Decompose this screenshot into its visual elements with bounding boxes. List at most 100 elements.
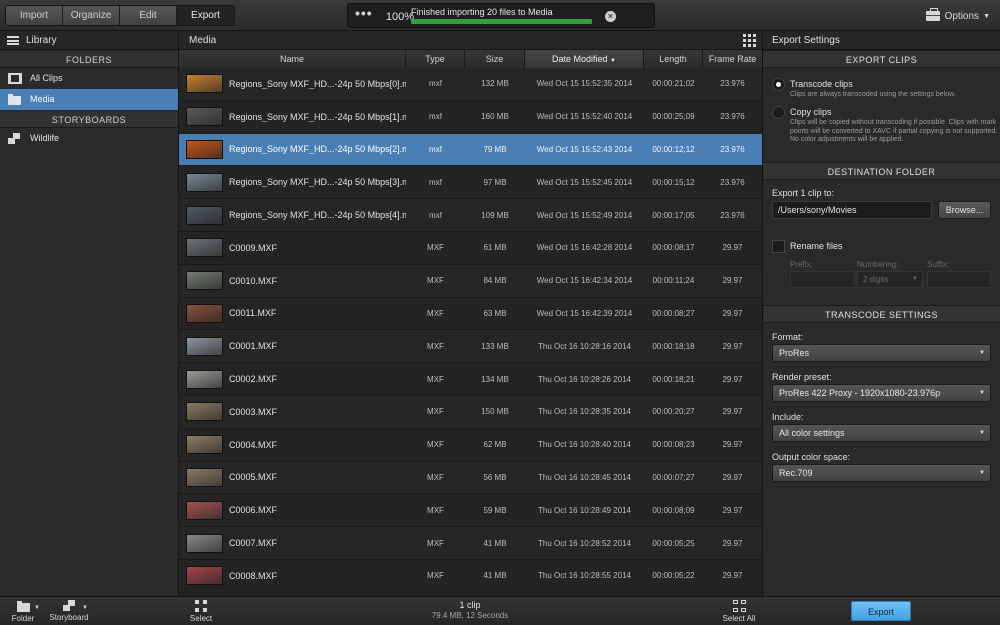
clip-date-modified: Wed Oct 15 16:42:39 2014 (536, 308, 633, 318)
column-header-length[interactable]: Length (644, 50, 703, 68)
table-row[interactable]: C0005.MXF MXF 56 MB Thu Oct 16 10:28:45 201… (179, 461, 762, 495)
chevron-down-icon: ▼ (979, 390, 985, 396)
render-preset-value: ProRes 422 Proxy - 1920x1080-23.976p (779, 388, 941, 398)
column-header-name[interactable]: Name (179, 50, 406, 68)
grid-view-icon[interactable] (743, 34, 756, 47)
table-row[interactable]: C0006.MXF MXF 59 MB Thu Oct 16 10:28:49 201… (179, 494, 762, 528)
include-select[interactable]: All color settings ▼ (772, 424, 991, 442)
clip-size: 160 MB (481, 112, 509, 122)
copy-clips-radio[interactable] (772, 106, 785, 119)
clip-date-modified: Wed Oct 15 16:42:28 2014 (536, 243, 633, 253)
sort-down-icon: ▼ (610, 58, 616, 64)
table-row[interactable]: C0010.MXF MXF 84 MB Wed Oct 15 16:42:34 201… (179, 264, 762, 298)
prefix-field[interactable] (790, 271, 855, 288)
sidebar-item-all-clips[interactable]: All Clips (0, 68, 178, 89)
clip-thumbnail (186, 271, 223, 291)
table-row[interactable]: Regions_Sony MXF_HD...-24p 50 Mbps[0].mx… (179, 68, 762, 101)
clip-date-modified: Thu Oct 16 10:28:35 2014 (538, 407, 631, 417)
suffix-field[interactable] (927, 271, 991, 288)
clip-date-modified: Thu Oct 16 10:28:26 2014 (538, 374, 631, 384)
sidebar-item-media[interactable]: Media (0, 89, 178, 110)
column-header-frame-rate[interactable]: Frame Rate (703, 50, 762, 68)
more-icon[interactable]: ••• (355, 5, 373, 21)
new-folder-button[interactable]: ▼ Folder (10, 600, 40, 623)
table-row[interactable]: C0009.MXF MXF 61 MB Wed Oct 15 16:42:28 201… (179, 231, 762, 265)
clip-thumbnail (186, 435, 223, 455)
table-row[interactable]: Regions_Sony MXF_HD...-24p 50 Mbps[1].mx… (179, 100, 762, 134)
numbering-select[interactable]: 2 digits ▼ (857, 271, 923, 288)
clip-name: C0008.MXF (229, 570, 278, 581)
table-row[interactable]: Regions_Sony MXF_HD...-24p 50 Mbps[3].mx… (179, 166, 762, 200)
clip-frame-rate: 29.97 (722, 308, 743, 318)
clip-date-modified: Thu Oct 16 10:28:16 2014 (538, 341, 631, 351)
top-toolbar: Import Organize Edit Export ••• 100% Fin… (0, 0, 1000, 31)
clip-size: 61 MB (483, 243, 507, 253)
output-color-space-select[interactable]: Rec.709 ▼ (772, 464, 991, 482)
library-sidebar: Library FOLDERS All Clips Media STORYBOA… (0, 31, 179, 596)
organize-mode-button[interactable]: Organize (63, 6, 120, 25)
export-mode-button[interactable]: Export (177, 6, 234, 25)
clip-thumbnail (186, 336, 223, 356)
clip-length: 00:00:21;02 (652, 79, 695, 89)
table-row[interactable]: C0008.MXF MXF 41 MB Thu Oct 16 10:28:55 201… (179, 559, 762, 593)
format-select[interactable]: ProRes ▼ (772, 344, 991, 362)
chevron-down-icon: ▼ (979, 430, 985, 436)
clip-thumbnail (186, 172, 223, 192)
folder-icon (16, 601, 30, 612)
table-row[interactable]: Regions_Sony MXF_HD...-24p 50 Mbps[2].mx… (179, 133, 762, 167)
clip-date-modified: Wed Oct 15 15:52:35 2014 (536, 79, 633, 89)
clip-frame-rate: 29.97 (722, 571, 743, 581)
table-row[interactable]: C0007.MXF MXF 41 MB Thu Oct 16 10:28:52 201… (179, 527, 762, 560)
transcode-clips-label: Transcode clips (790, 79, 853, 89)
storyboard-label: Storyboard (49, 613, 89, 622)
clip-size: 133 MB (481, 341, 509, 351)
transcode-clips-radio[interactable] (772, 78, 785, 91)
clip-thumbnail (186, 467, 223, 487)
render-preset-select[interactable]: ProRes 422 Proxy - 1920x1080-23.976p ▼ (772, 384, 991, 402)
column-header-date-modified[interactable]: Date Modified ▼ (525, 50, 644, 68)
clip-name: Regions_Sony MXF_HD...-24p 50 Mbps[0].mx… (229, 78, 406, 89)
numbering-value: 2 digits (863, 275, 889, 284)
table-row[interactable]: Regions_Sony MXF_HD...-24p 50 Mbps[4].mx… (179, 199, 762, 232)
clip-type: MXF (427, 571, 444, 581)
rename-files-checkbox[interactable] (772, 240, 785, 253)
clip-frame-rate: 23.976 (720, 177, 745, 187)
clip-length: 00:00:18;21 (652, 374, 695, 384)
table-row[interactable]: C0011.MXF MXF 63 MB Wed Oct 15 16:42:39 201… (179, 297, 762, 331)
browse-button[interactable]: Browse... (938, 201, 991, 219)
table-row[interactable]: C0001.MXF MXF 133 MB Thu Oct 16 10:28:16 20… (179, 330, 762, 364)
clip-size: 79 MB (483, 144, 507, 154)
options-menu[interactable]: Options ▼ (925, 8, 990, 23)
import-mode-button[interactable]: Import (6, 6, 63, 25)
clip-thumbnail (186, 533, 223, 553)
clip-type: mxf (429, 112, 442, 122)
table-row[interactable]: C0004.MXF MXF 62 MB Thu Oct 16 10:28:40 201… (179, 428, 762, 462)
clip-name: Regions_Sony MXF_HD...-24p 50 Mbps[1].mx… (229, 111, 406, 122)
new-storyboard-button[interactable]: ▼ Storyboard (47, 600, 91, 622)
clip-size: 109 MB (481, 210, 509, 220)
transcode-settings-heading: TRANSCODE SETTINGS (763, 305, 1000, 323)
column-header-label: Date Modified (552, 54, 608, 64)
table-row[interactable]: C0003.MXF MXF 150 MB Thu Oct 16 10:28:35 20… (179, 395, 762, 429)
column-header-size[interactable]: Size (465, 50, 525, 68)
clip-length: 00:00:11;24 (652, 276, 695, 286)
clip-thumbnail (186, 205, 223, 225)
close-icon[interactable]: ✕ (605, 11, 616, 22)
sidebar-item-wildlife[interactable]: Wildlife (0, 128, 178, 149)
column-header-type[interactable]: Type (406, 50, 465, 68)
clip-frame-rate: 29.97 (722, 374, 743, 384)
menu-icon[interactable] (7, 36, 19, 45)
clip-thumbnail (186, 303, 223, 323)
sidebar-item-label: Wildlife (30, 133, 60, 143)
select-all-button[interactable]: Select All (720, 600, 758, 623)
clip-thumbnail (186, 107, 223, 127)
select-button[interactable]: Select (187, 600, 215, 623)
export-button[interactable]: Export (851, 601, 911, 621)
clip-length: 00:00:08;27 (652, 308, 695, 318)
destination-path-field[interactable]: /Users/sony/Movies (772, 201, 932, 219)
clip-date-modified: Thu Oct 16 10:28:52 2014 (538, 538, 631, 548)
clip-thumbnail (186, 238, 223, 258)
table-row[interactable]: C0002.MXF MXF 134 MB Thu Oct 16 10:28:26 20… (179, 363, 762, 396)
clip-type: mxf (429, 210, 442, 220)
edit-mode-button[interactable]: Edit (120, 6, 177, 25)
